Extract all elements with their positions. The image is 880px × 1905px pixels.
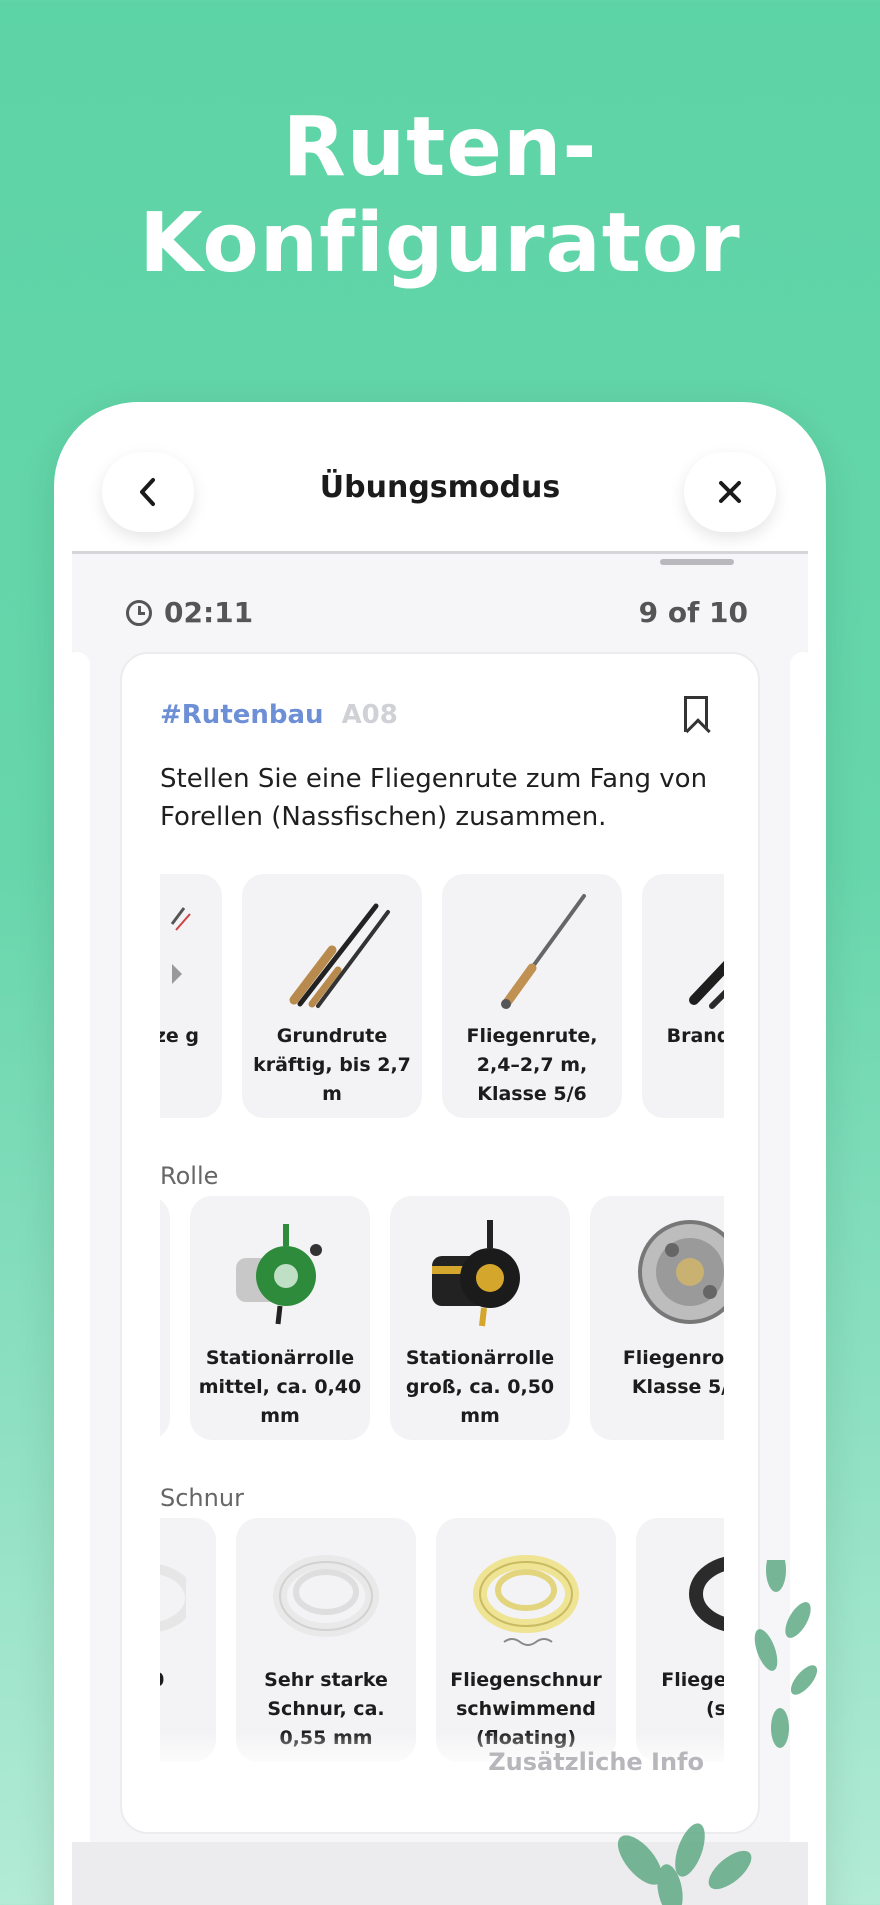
option-tile[interactable]: Grundrute kräftig, bis 2,7 m	[242, 874, 422, 1118]
clock-icon	[126, 599, 152, 626]
bookmark-icon[interactable]	[684, 696, 708, 732]
progress-indicator	[660, 559, 734, 565]
option-label: Fliegenrute, 2,4–2,7 m, Klasse 5/6	[466, 1025, 598, 1105]
reel-section-label: Rolle	[160, 1162, 219, 1190]
option-label: Fliegenroll Klasse 5/	[622, 1347, 724, 1398]
headline: Ruten- Konfigurator	[0, 100, 880, 292]
option-label: ute, spitze g	[160, 1025, 199, 1047]
rod-icon	[289, 903, 390, 1008]
option-label: Stationärrolle mittel, ca. 0,40 mm	[198, 1347, 362, 1427]
option-tile[interactable]: Stationärrolle groß, ca. 0,50 mm	[390, 1196, 570, 1440]
rod-icon	[170, 907, 191, 984]
option-tile[interactable]: Brand e, 3,6	[642, 874, 724, 1118]
line-coil-icon	[273, 1555, 379, 1637]
topic-tag[interactable]: #Rutenbau	[160, 700, 324, 730]
line-coil-icon	[160, 1564, 186, 1632]
question-meta: #Rutenbau A08	[160, 700, 398, 730]
line-section-label: Schnur	[160, 1484, 244, 1512]
headline-line-2: Konfigurator	[139, 196, 741, 291]
option-tile[interactable]: Sehr starke Schnur, ca. 0,55 mm	[236, 1518, 416, 1762]
reel-options: Stationärrolle mittel, ca. 0,40 mm Stati…	[160, 1196, 724, 1440]
option-label: Grundrute kräftig, bis 2,7 m	[253, 1025, 411, 1105]
close-icon	[719, 481, 741, 503]
option-tile[interactable]	[160, 1196, 170, 1440]
top-bar: Übungsmodus	[72, 420, 808, 554]
timer-value: 02:11	[164, 596, 254, 629]
fly-rod-icon	[501, 894, 586, 1009]
spinning-reel-icon	[432, 1220, 520, 1327]
fly-reel-icon	[638, 1220, 724, 1324]
rod-icon	[689, 960, 724, 1009]
plant-decoration-icon	[617, 1560, 818, 1905]
question-counter: 9 of 10	[638, 596, 748, 629]
option-tile[interactable]: Fliegenrute, 2,4–2,7 m, Klasse 5/6	[442, 874, 622, 1118]
timer: 02:11	[126, 596, 253, 629]
line-coil-icon	[473, 1555, 579, 1646]
option-tile[interactable]: ute, spitze g	[160, 874, 222, 1118]
previous-card-peek[interactable]	[72, 652, 90, 1862]
option-tile[interactable]: Stationärrolle mittel, ca. 0,40 mm	[190, 1196, 370, 1440]
headline-line-1: Ruten-	[282, 100, 598, 195]
question-text: Stellen Sie eine Fliegenrute zum Fang vo…	[160, 764, 708, 832]
option-label: nur ,50	[160, 1666, 208, 1695]
question-code: A08	[341, 700, 398, 730]
close-button[interactable]	[684, 452, 776, 532]
spinning-reel-icon	[236, 1224, 322, 1325]
option-tile[interactable]: nur ,50	[160, 1518, 216, 1762]
option-label: Stationärrolle groß, ca. 0,50 mm	[405, 1347, 555, 1427]
option-label: Brand e, 3,6	[666, 1025, 724, 1047]
option-tile[interactable]: Fliegenroll Klasse 5/	[590, 1196, 724, 1440]
rod-options: ute, spitze g Grundrute kräftig, bis 2,7…	[160, 874, 724, 1118]
